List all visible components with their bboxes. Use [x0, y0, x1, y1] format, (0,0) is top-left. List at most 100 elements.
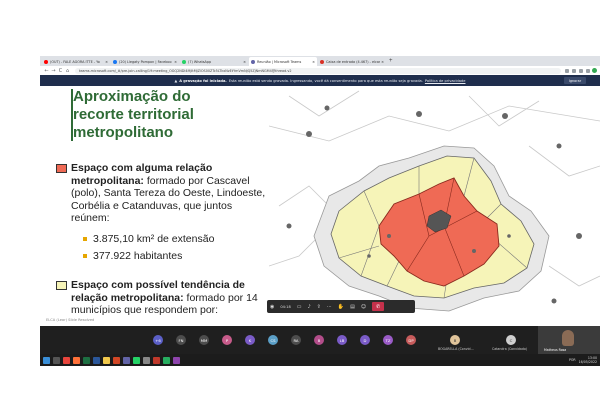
forward-button[interactable]: → [50, 68, 57, 74]
notification-text: Esta reunião está sendo gravada. Ingress… [228, 78, 423, 83]
app-icon[interactable] [143, 356, 150, 364]
region-map [269, 86, 600, 326]
privacy-link[interactable]: Política de privacidade [425, 79, 466, 83]
participant-avatar[interactable]: K [245, 335, 255, 345]
ignore-button[interactable]: Ignorar [564, 77, 586, 84]
chat-icon[interactable]: ▤ [350, 304, 355, 310]
profile-avatar[interactable] [592, 68, 597, 73]
camera-icon[interactable]: ◉ [270, 304, 274, 310]
meeting-toolbar: ◉ 04:18 ▭ ♪ ⇪ ⋯ ✋ ▤ ☺ ✆ [267, 300, 415, 313]
search-icon[interactable] [53, 356, 60, 364]
participant-avatar[interactable]: B [450, 335, 460, 345]
microphone-icon[interactable]: ♪ [307, 304, 310, 310]
participant-avatar[interactable]: C [506, 335, 516, 345]
clock[interactable]: 13:00 16/05/2022 [579, 356, 597, 364]
participant-video[interactable]: Matheus Rosa [538, 326, 600, 354]
participant-avatar[interactable]: RA [291, 335, 301, 345]
whatsapp-icon [182, 59, 186, 64]
more-icon[interactable]: ⋯ [327, 304, 332, 310]
share-icon[interactable]: ⇪ [317, 304, 321, 310]
home-button[interactable]: ⌂ [64, 68, 71, 74]
slide-caption: ELCA (Lear) Slide Resolved [46, 318, 95, 322]
participant-avatar[interactable]: CS [268, 335, 278, 345]
people-icon[interactable]: ☺ [361, 304, 366, 310]
tab-whatsapp[interactable]: (7) WhatsApp × [180, 57, 248, 66]
extension-icon[interactable] [565, 68, 569, 73]
back-button[interactable]: ← [43, 68, 50, 74]
participant-avatar[interactable]: LB [337, 335, 347, 345]
participants-strip: +6 FN MM P K CS RA B LB D TZ DP B C BOGA… [40, 326, 600, 354]
app-icon[interactable] [153, 356, 160, 364]
hand-icon[interactable]: ✋ [338, 304, 344, 310]
extensions [565, 68, 590, 73]
whatsapp-icon[interactable] [133, 356, 140, 364]
participant-avatar[interactable]: B [314, 335, 324, 345]
participant-avatar[interactable]: D [360, 335, 370, 345]
stat-text: 377.922 habitantes [93, 249, 183, 262]
close-icon[interactable]: × [312, 60, 315, 64]
legend-text: Espaço com possível tendência de relação… [71, 279, 266, 317]
reload-button[interactable]: C [57, 68, 64, 74]
participant-avatar[interactable]: +6 [153, 335, 163, 345]
stats-list: 3.875,10 km² de extensão 377.922 habitan… [83, 231, 266, 265]
excel-icon[interactable] [83, 356, 90, 364]
recording-notification: ▲ A gravação foi iniciada. Esta reunião … [40, 75, 600, 86]
meeting-timer: 04:18 [280, 304, 291, 309]
tab-facebook[interactable]: (20) Llegaty Pompon | Faceboo × [111, 57, 179, 66]
word-icon[interactable] [93, 356, 100, 364]
system-tray: POR 13:00 16/05/2022 [569, 356, 597, 364]
new-tab-button[interactable]: + [389, 57, 393, 66]
tab-label: Reunião | Microsoft Teams [257, 59, 302, 64]
video-participant-name: Matheus Rosa [544, 348, 567, 352]
extension-icon[interactable] [572, 68, 576, 73]
folder-icon[interactable] [103, 356, 110, 364]
extension-icon[interactable] [579, 68, 583, 73]
firefox-icon[interactable] [73, 356, 80, 364]
bullet-icon [83, 254, 87, 258]
tab-gmail[interactable]: Caixa de entrada (4.467) - elcar × [318, 57, 386, 66]
tab-youtube[interactable]: (OUT) - FALE AGORA ITTE - Yo × [42, 57, 110, 66]
powerpoint-icon[interactable] [113, 356, 120, 364]
participant-avatar[interactable]: MM [199, 335, 209, 345]
participant-name: BOGARELLA (Convid... [438, 347, 474, 351]
slide-title-line: recorte territorial [73, 106, 194, 123]
close-icon[interactable]: × [243, 60, 246, 64]
close-icon[interactable]: × [174, 60, 177, 64]
screen: (OUT) - FALE AGORA ITTE - Yo × (20) Lleg… [0, 0, 611, 408]
stat-area: 3.875,10 km² de extensão [83, 231, 266, 248]
address-bar-row: ← → C ⌂ teams.microsoft.com/_#/pre-join-… [40, 66, 600, 75]
close-icon[interactable]: × [105, 60, 108, 64]
legend-text: Espaço com alguma relação metropolitana:… [71, 162, 266, 225]
gmail-icon [320, 59, 324, 64]
tab-teams[interactable]: Reunião | Microsoft Teams × [249, 57, 317, 66]
windows-taskbar: POR 13:00 16/05/2022 [40, 354, 600, 366]
participant-name: Catandra (Convidado) [492, 347, 528, 351]
tab-label: (20) Llegaty Pompon | Faceboo [119, 59, 172, 64]
stat-text: 3.875,10 km² de extensão [93, 232, 215, 245]
video-icon[interactable]: ▭ [297, 304, 302, 310]
windows-start-icon[interactable] [43, 356, 50, 364]
shared-slide: Aproximação do recorte territorial metro… [40, 86, 600, 326]
leave-button[interactable]: ✆ [372, 302, 385, 311]
tab-label: (OUT) - FALE AGORA ITTE - Yo [50, 59, 100, 64]
close-icon[interactable]: × [381, 60, 384, 64]
extension-icon[interactable] [586, 68, 590, 73]
participant-avatar[interactable]: TZ [383, 335, 393, 345]
stat-population: 377.922 habitantes [83, 248, 266, 265]
participant-avatar[interactable]: P [222, 335, 232, 345]
slide-title: Aproximação do recorte territorial metro… [73, 88, 293, 142]
slide-title-line: metropolitano [73, 124, 173, 141]
slide-title-line: Aproximação do [73, 88, 191, 105]
app-icon[interactable] [173, 356, 180, 364]
app-icon[interactable] [163, 356, 170, 364]
notification-title: A gravação foi iniciada. [179, 78, 227, 83]
video-feed [562, 330, 574, 346]
address-input[interactable]: teams.microsoft.com/_#/pre-join-calling/… [75, 67, 561, 74]
legend-swatch-yellow [56, 281, 67, 290]
participant-avatar[interactable]: FN [176, 335, 186, 345]
participant-avatar[interactable]: DP [406, 335, 416, 345]
language-indicator[interactable]: POR [569, 358, 576, 362]
chrome-icon[interactable] [63, 356, 70, 364]
legend-metropolitan: Espaço com alguma relação metropolitana:… [56, 162, 266, 265]
teams-icon[interactable] [123, 356, 130, 364]
